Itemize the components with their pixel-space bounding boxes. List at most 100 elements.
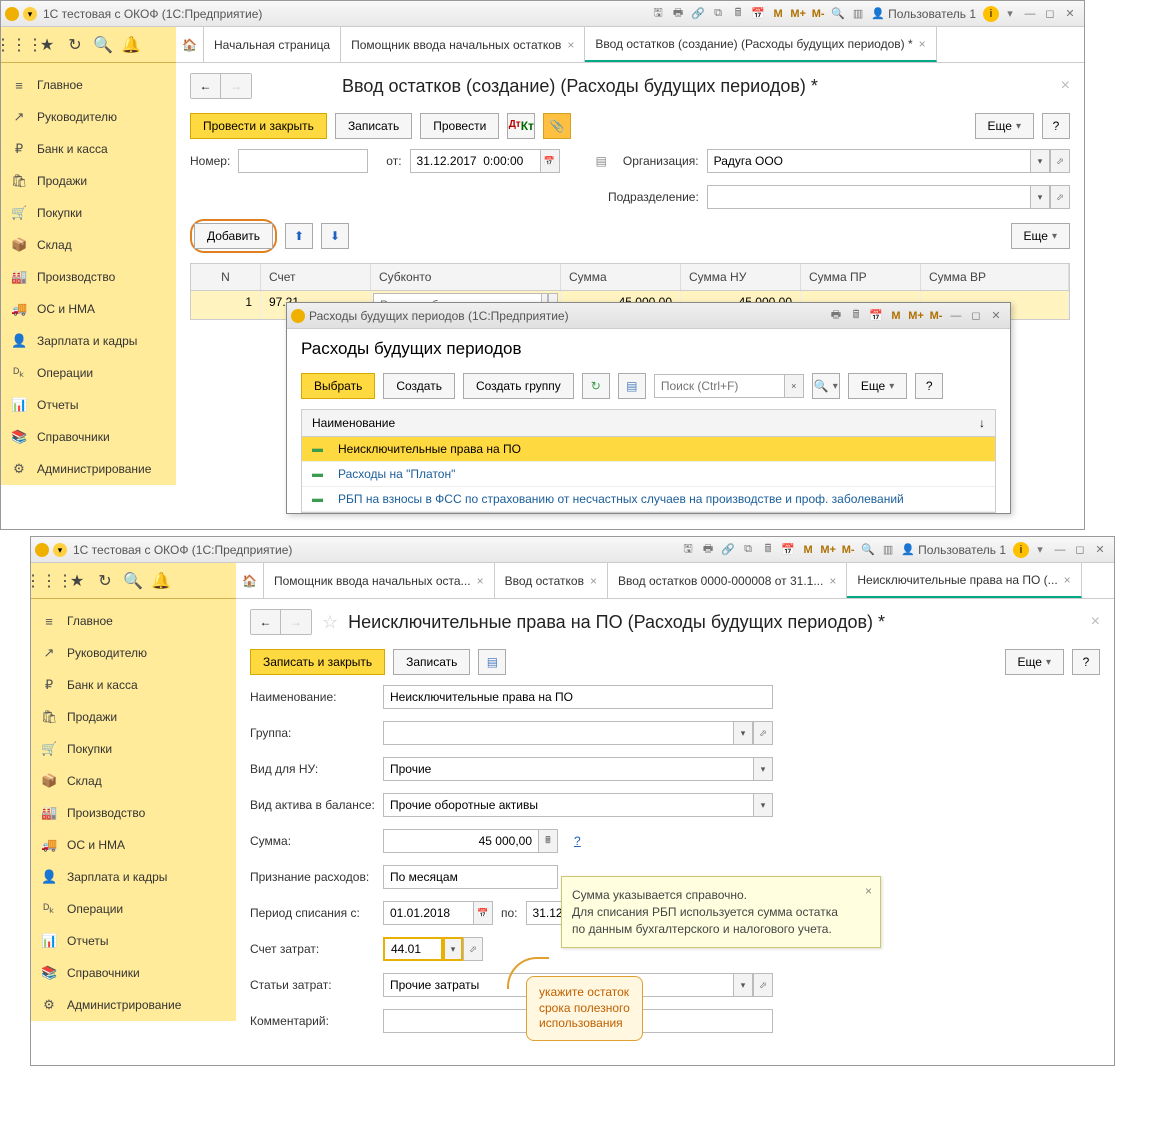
open-icon[interactable]: ⬀	[753, 973, 773, 997]
sidebar-item[interactable]: 🛍Продажи	[1, 165, 176, 197]
search-icon[interactable]: 🔍	[89, 31, 117, 59]
dropdown-icon[interactable]: ▾	[53, 543, 67, 557]
tab-home[interactable]: 🏠	[176, 27, 204, 62]
m-plus-icon[interactable]: M+	[789, 5, 807, 23]
panel-icon[interactable]: ▥	[879, 541, 897, 559]
create-group-button[interactable]: Создать группу	[463, 373, 574, 399]
sidebar-item[interactable]: ↗Руководителю	[1, 101, 176, 133]
sidebar-item[interactable]: 🛍Продажи	[31, 701, 236, 733]
tab-entry2[interactable]: Ввод остатков 0000-000008 от 31.1...×	[608, 563, 847, 598]
sidebar-item[interactable]: ₽Банк и касса	[1, 133, 176, 165]
sidebar-item[interactable]: ≡Главное	[31, 605, 236, 637]
tab-rights[interactable]: Неисключительные права на ПО (...×	[847, 563, 1081, 598]
open-icon[interactable]: ⬀	[463, 937, 483, 961]
sidebar-item[interactable]: ᴰₖОперации	[31, 893, 236, 925]
recog-input[interactable]	[383, 865, 558, 889]
zoom-icon[interactable]: 🔍	[829, 5, 847, 23]
info-icon[interactable]: i	[1013, 542, 1029, 558]
tab-entry[interactable]: Ввод остатков×	[495, 563, 608, 598]
more-button[interactable]: Еще	[975, 113, 1034, 139]
forward-button[interactable]: →	[221, 74, 251, 98]
panel-icon[interactable]: ▥	[849, 5, 867, 23]
m-icon[interactable]: M	[887, 307, 905, 325]
date-picker-icon[interactable]: 📅	[473, 901, 493, 925]
compare-icon[interactable]: ⧉	[739, 541, 757, 559]
open-icon[interactable]: ⬀	[1050, 149, 1070, 173]
sidebar-item[interactable]: ⚙Администрирование	[31, 989, 236, 1021]
list-button[interactable]: ▤	[478, 649, 506, 675]
sidebar-item[interactable]: 📊Отчеты	[1, 389, 176, 421]
group-input[interactable]	[383, 721, 733, 745]
org-input[interactable]	[707, 149, 1030, 173]
move-up-button[interactable]: ⬆	[285, 223, 313, 249]
page-close-icon[interactable]: ×	[1091, 613, 1100, 631]
dd-icon[interactable]: ▾	[1031, 541, 1049, 559]
close-icon[interactable]: ✕	[1061, 5, 1079, 23]
asset-input[interactable]	[383, 793, 753, 817]
period-from-input[interactable]	[383, 901, 473, 925]
minimize-icon[interactable]: —	[1021, 5, 1039, 23]
modal-help-button[interactable]: ?	[915, 373, 943, 399]
search-button[interactable]: 🔍	[812, 373, 840, 399]
maximize-icon[interactable]: ◻	[1041, 5, 1059, 23]
m-plus-icon[interactable]: M+	[819, 541, 837, 559]
open-icon[interactable]: ⬀	[753, 721, 773, 745]
tab-helper[interactable]: Помощник ввода начальных оста...×	[264, 563, 495, 598]
print-icon[interactable]: 🖶	[669, 5, 687, 23]
back-button[interactable]: ←	[191, 74, 221, 98]
move-down-button[interactable]: ⬇	[321, 223, 349, 249]
list-button[interactable]: ▤	[618, 373, 646, 399]
sidebar-item[interactable]: ≡Главное	[1, 69, 176, 101]
sidebar-item[interactable]: 👤Зарплата и кадры	[1, 325, 176, 357]
sum-input[interactable]	[383, 829, 538, 853]
sidebar-item[interactable]: ᴰₖОперации	[1, 357, 176, 389]
dept-input[interactable]	[707, 185, 1030, 209]
star-icon[interactable]: ★	[63, 567, 91, 595]
m-icon[interactable]: M	[799, 541, 817, 559]
clear-search-icon[interactable]: ×	[784, 374, 804, 398]
search-input[interactable]	[654, 374, 784, 398]
compare-icon[interactable]: ⧉	[709, 5, 727, 23]
search-icon[interactable]: 🔍	[119, 567, 147, 595]
print-icon[interactable]: 🖶	[827, 307, 845, 325]
user-name[interactable]: Пользователь 1	[888, 7, 976, 21]
maximize-icon[interactable]: ◻	[967, 307, 985, 325]
list-item[interactable]: ▬Расходы на "Платон"	[302, 462, 995, 487]
save-icon[interactable]: 🖫	[679, 541, 697, 559]
vidnu-input[interactable]	[383, 757, 753, 781]
print-icon[interactable]: 🖶	[699, 541, 717, 559]
dropdown-icon[interactable]: ▾	[753, 793, 773, 817]
dtkt-button[interactable]: ДтКт	[507, 113, 535, 139]
sidebar-item[interactable]: 📦Склад	[31, 765, 236, 797]
tab-close-icon[interactable]: ×	[1064, 573, 1071, 587]
tab-close-icon[interactable]: ×	[829, 574, 836, 588]
tab-home[interactable]: 🏠	[236, 563, 264, 598]
calc-icon[interactable]: 🖩	[729, 5, 747, 23]
tab-start[interactable]: Начальная страница	[204, 27, 341, 62]
sidebar-item[interactable]: 🏭Производство	[1, 261, 176, 293]
m-minus-icon[interactable]: M-	[839, 541, 857, 559]
more-button[interactable]: Еще	[1005, 649, 1064, 675]
calendar-icon[interactable]: 📅	[867, 307, 885, 325]
dropdown-icon[interactable]: ▾	[733, 973, 753, 997]
tab-close-icon[interactable]: ×	[567, 38, 574, 52]
minimize-icon[interactable]: —	[947, 307, 965, 325]
number-input[interactable]	[238, 149, 368, 173]
sidebar-item[interactable]: 🚚ОС и НМА	[1, 293, 176, 325]
sidebar-item[interactable]: ↗Руководителю	[31, 637, 236, 669]
tab-close-icon[interactable]: ×	[919, 37, 926, 51]
help-button[interactable]: ?	[1072, 649, 1100, 675]
page-close-icon[interactable]: ×	[1061, 77, 1070, 95]
list-item[interactable]: ▬Неисключительные права на ПО	[302, 437, 995, 462]
sidebar-item[interactable]: ₽Банк и касса	[31, 669, 236, 701]
sidebar-item[interactable]: 🛒Покупки	[1, 197, 176, 229]
history-icon[interactable]: ↻	[61, 31, 89, 59]
sidebar-item[interactable]: 📦Склад	[1, 229, 176, 261]
forward-button[interactable]: →	[281, 610, 311, 634]
more-button-2[interactable]: Еще	[1011, 223, 1070, 249]
favorite-icon[interactable]: ☆	[322, 612, 338, 633]
apps-icon[interactable]: ⋮⋮⋮	[35, 567, 63, 595]
post-close-button[interactable]: Провести и закрыть	[190, 113, 327, 139]
create-button[interactable]: Создать	[383, 373, 455, 399]
dropdown-icon[interactable]: ▾	[1030, 185, 1050, 209]
